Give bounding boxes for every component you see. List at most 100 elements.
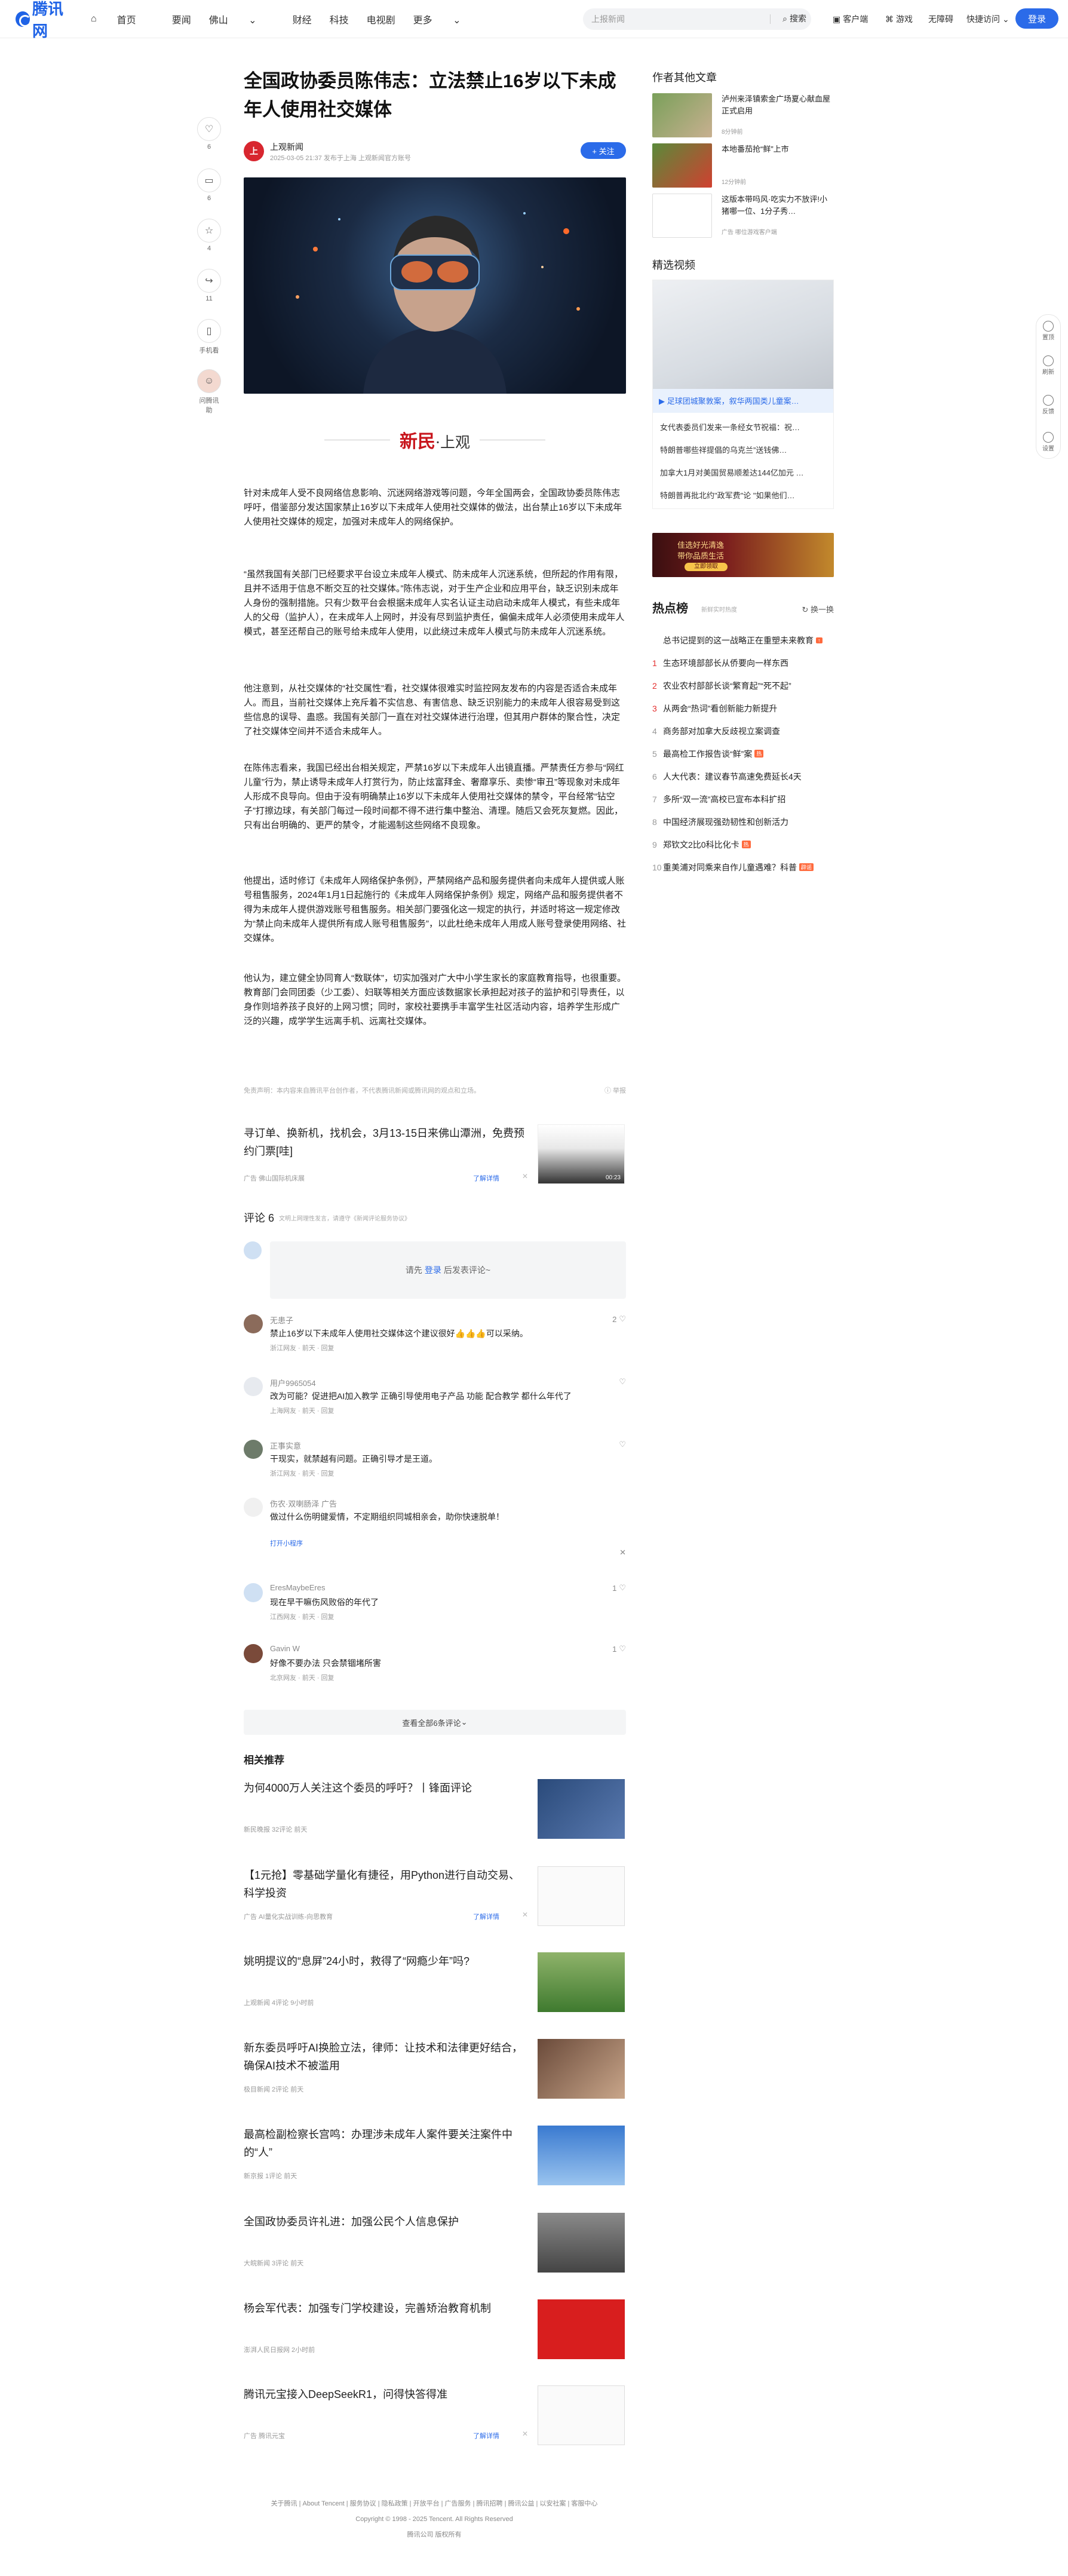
article-title[interactable]: 泸州来泽镇索金广场夏心献血屋正式启用 [722,93,833,117]
share-button[interactable]: ↪ 11 [197,269,221,302]
sponsored-comment[interactable]: 伤农·双喇肠泽 广告 做过什么伤明健爱情，不定期组织同城相亲会，助你快速脱单！ 打开… [244,1495,626,1561]
ad-learn-more[interactable]: 了解详情 [473,1173,499,1183]
refresh-button[interactable]: ↻ 换一换 [802,603,834,615]
login-button[interactable]: 登录 [1015,8,1058,29]
search-button[interactable]: ⌕ 搜索 [782,13,806,24]
sidebar-ad[interactable]: 这版本带吗风·吃实力不放评!小猪哪一位、1分子秀… 广告 哪位游戏客户端 [652,194,834,244]
comment-meta[interactable]: 上海网友 · 前天 · 回复 [270,1406,334,1415]
related-ad[interactable]: 【1元抢】零基础学量化有捷径，用Python进行自动交易、科学投资 广告 AI量化… [244,1866,626,1932]
client-link[interactable]: ▣ 客户端 [833,13,868,25]
related-thumbnail[interactable] [538,1866,625,1926]
hot-list-item[interactable]: 8 中国经济展现强劲韧性和创新活力 [652,816,834,828]
ad-video-thumbnail[interactable]: 00:23 [538,1124,625,1184]
related-thumbnail[interactable] [538,1779,625,1839]
back-to-top-button[interactable]: 置顶 [1036,317,1060,341]
hot-list-item[interactable]: 1 生态环境部部长从侨要向一样东西 [652,657,834,669]
ad-title[interactable]: 寻订单、换新机，找机会，3月13-15日来佛山潭洲，免费预约门票[哇] [244,1124,530,1160]
ad-card[interactable]: 寻订单、换新机，找机会，3月13-15日来佛山潭洲，免费预约门票[哇] 00:2… [244,1124,626,1186]
article-thumbnail[interactable] [652,194,712,238]
article-thumbnail[interactable] [652,93,712,137]
commenter-name[interactable]: 无患子 [270,1314,293,1326]
commenter-avatar[interactable] [244,1583,263,1602]
report-link[interactable]: ⓘ 举报 [604,1085,626,1099]
related-title[interactable]: 全国政协委员许礼进：加强公民个人信息保护 [244,2213,530,2231]
close-icon[interactable]: ✕ [522,1910,528,1919]
related-item[interactable]: 姚明提议的“息屏”24小时，救得了“网瘾少年”吗? 上观新闻 4评论 9小时前 [244,1952,626,2018]
author-article[interactable]: 本地番茄抢“鲜”上市 12分钟前 [652,143,834,194]
hot-list-item[interactable]: 5 最高检工作报告谈“鲜”案热 [652,748,834,760]
comment-like-button[interactable]: 1 ♡ [612,1644,626,1654]
banner-button[interactable]: 立即领取 [685,563,728,571]
commenter-name[interactable]: Gavin W [270,1644,300,1653]
hot-list-item[interactable]: 10 重美浦对同乘来自作儿童遇难？科普 辟谣 [652,861,834,873]
open-mini-program-link[interactable]: 打开小程序 [270,1538,303,1548]
comment-like-button[interactable]: ♡ [616,1440,626,1449]
ad-learn-more[interactable]: 了解详情 [473,1912,499,1921]
author-avatar[interactable]: 上 [244,141,264,161]
commenter-name[interactable]: EresMaybeEres [270,1583,325,1592]
commenter-avatar[interactable] [244,1314,263,1333]
related-title[interactable]: 姚明提议的“息屏”24小时，救得了“网瘾少年”吗? [244,1952,530,1970]
hot-list-item[interactable]: 3 从两会“热词”看创新能力新提升 [652,703,834,714]
related-thumbnail[interactable] [538,2385,625,2445]
quick-access-link[interactable]: 快捷访问 ⌄ [966,13,1009,25]
feedback-button[interactable]: 反馈 [1036,391,1060,415]
nav-foshan[interactable]: 佛山 ⌄ [209,12,275,26]
close-icon[interactable]: ✕ [619,1548,626,1557]
comment-meta[interactable]: 北京网友 · 前天 · 回复 [270,1673,334,1682]
related-thumbnail[interactable] [538,2039,625,2099]
video-list-item[interactable]: 特朗普再批北约"政军费"论 "如果他们… [660,489,827,501]
ad-learn-more[interactable]: 了解详情 [473,2431,499,2440]
comment-like-button[interactable]: 2 ♡ [612,1314,626,1324]
search-input[interactable]: 上报新闻 ⌕ 搜索 [583,8,811,30]
nav-finance[interactable]: 财经 [293,12,312,26]
related-title[interactable]: 腾讯元宝接入DeepSeekR1，问得快答得准 [244,2385,530,2403]
related-title[interactable]: 新东委员呼吁AI换脸立法，律师：让技术和法律更好结合，确保AI技术不被滥用 [244,2039,530,2075]
related-item[interactable]: 为何4000万人关注这个委员的呼吁？丨锋面评论 新民晚报 32评论 前天 [244,1779,626,1845]
commenter-avatar[interactable] [244,1644,263,1663]
comment-button[interactable]: ▭ 6 [197,168,221,202]
comment-meta[interactable]: 江西网友 · 前天 · 回复 [270,1612,334,1621]
hot-list-item[interactable]: 2 农业农村部部长谈“繁育起”“死不起” [652,680,834,692]
related-title[interactable]: 杨会军代表：加强专门学校建设，完善矫治教育机制 [244,2299,530,2317]
refresh-page-button[interactable]: 刷新 [1036,352,1060,376]
tencent-logo[interactable]: 腾讯网 [16,0,75,40]
nav-news[interactable]: 要闻 [172,12,191,26]
comment-login-prompt[interactable]: 请先 登录 后发表评论~ [270,1241,626,1299]
hot-list-item[interactable]: 总书记提到的这一战略正在重塑未来教育 ↑ [652,634,834,646]
game-link[interactable]: ⌘ 游戏 [885,13,913,25]
related-thumbnail[interactable] [538,2213,625,2273]
nav-tv[interactable]: 电视剧 [367,12,395,26]
related-item[interactable]: 最高检副检察长宫鸣：办理涉未成年人案件要关注案件中的“人” 新京报 1评论 前天 [244,2126,626,2191]
like-button[interactable]: ♡ 6 [197,117,221,151]
author-name[interactable]: 上观新闻 [270,141,303,153]
comment-meta[interactable]: 浙江网友 · 前天 · 回复 [270,1343,334,1353]
accessibility-link[interactable]: 无障碍 [928,13,953,25]
close-icon[interactable]: ✕ [522,2430,528,2438]
video-list-item[interactable]: 加拿大1月对美国贸易顺差达144亿加元 … [660,467,827,478]
nav-home[interactable]: ⌂ 首页 [91,12,154,26]
article-title[interactable]: 这版本带吗风·吃实力不放评!小猪哪一位、1分子秀… [722,194,833,217]
related-item[interactable]: 全国政协委员许礼进：加强公民个人信息保护 大皖新闻 3评论 前天 [244,2213,626,2278]
related-title[interactable]: 最高检副检察长宫鸣：办理涉未成年人案件要关注案件中的“人” [244,2126,530,2161]
login-link[interactable]: 登录 [425,1264,441,1276]
sidebar-banner-ad[interactable]: 佳选好光清逸 带你品质生活 立即领取 [652,533,834,577]
mobile-view-button[interactable]: ▯ 手机看 [197,319,221,355]
footer-links[interactable]: 关于腾讯 | About Tencent | 服务协议 | 隐私政策 | 开放平… [0,2496,868,2511]
hot-list-item[interactable]: 7 多所“双一流”高校已宣布本科扩招 [652,793,834,805]
commenter-name[interactable]: 正事实意 [270,1440,301,1451]
video-player[interactable] [653,280,833,389]
related-item[interactable]: 新东委员呼吁AI换脸立法，律师：让技术和法律更好结合，确保AI技术不被滥用 极目新… [244,2039,626,2105]
hot-list-item[interactable]: 4 商务部对加拿大反歧视立案调查 [652,725,834,737]
related-thumbnail[interactable] [538,2299,625,2359]
commenter-avatar[interactable] [244,1440,263,1459]
commenter-name[interactable]: 用户9965054 [270,1377,316,1388]
commenter-avatar[interactable] [244,1377,263,1396]
ai-assistant-button[interactable]: ☺ 问腾讯助 [197,369,221,415]
video-list-item[interactable]: 特朗普哪些祥提倡的乌克兰”送钱佛… [660,444,827,455]
view-all-comments-button[interactable]: 查看全部6条评论 ⌄ [244,1710,626,1735]
comment-like-button[interactable]: 1 ♡ [612,1583,626,1593]
video-list-item[interactable]: 女代表委员们发来一条经女节祝福：祝… [660,421,827,433]
settings-button[interactable]: 设置 [1036,428,1060,452]
related-thumbnail[interactable] [538,2126,625,2185]
